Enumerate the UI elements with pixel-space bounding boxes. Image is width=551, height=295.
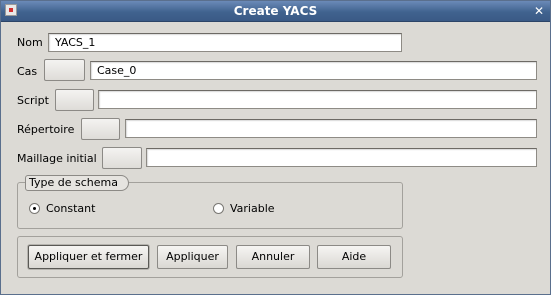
cas-input[interactable]: Case_0 xyxy=(90,61,537,80)
script-label: Script xyxy=(17,94,49,107)
cas-browse-button[interactable] xyxy=(44,59,85,81)
create-yacs-dialog: Create YACS ✕ Nom YACS_1 Cas Case_0 Scri… xyxy=(0,0,551,295)
nom-input[interactable]: YACS_1 xyxy=(48,33,402,52)
nom-label: Nom xyxy=(17,36,43,49)
maillage-label: Maillage initial xyxy=(17,152,97,165)
repertoire-browse-button[interactable] xyxy=(81,118,120,140)
radio-constant-label: Constant xyxy=(46,202,96,215)
script-browse-button[interactable] xyxy=(55,89,94,111)
maillage-input[interactable] xyxy=(146,148,537,167)
close-icon[interactable]: ✕ xyxy=(532,4,546,18)
repertoire-label: Répertoire xyxy=(17,123,75,136)
radio-variable-indicator[interactable] xyxy=(213,203,224,214)
schema-group-title: Type de schema xyxy=(25,175,129,191)
script-input[interactable] xyxy=(98,90,537,109)
repertoire-input[interactable] xyxy=(125,119,537,138)
title-bar[interactable]: Create YACS ✕ xyxy=(1,1,550,22)
radio-variable-label: Variable xyxy=(230,202,275,215)
help-button[interactable]: Aide xyxy=(317,245,391,269)
apply-button[interactable]: Appliquer xyxy=(157,245,228,269)
cancel-button[interactable]: Annuler xyxy=(236,245,310,269)
apply-and-close-button[interactable]: Appliquer et fermer xyxy=(28,245,149,269)
radio-constant-indicator[interactable] xyxy=(29,203,40,214)
window-title: Create YACS xyxy=(233,4,318,18)
cas-label: Cas xyxy=(17,65,38,78)
maillage-browse-button[interactable] xyxy=(102,147,142,169)
